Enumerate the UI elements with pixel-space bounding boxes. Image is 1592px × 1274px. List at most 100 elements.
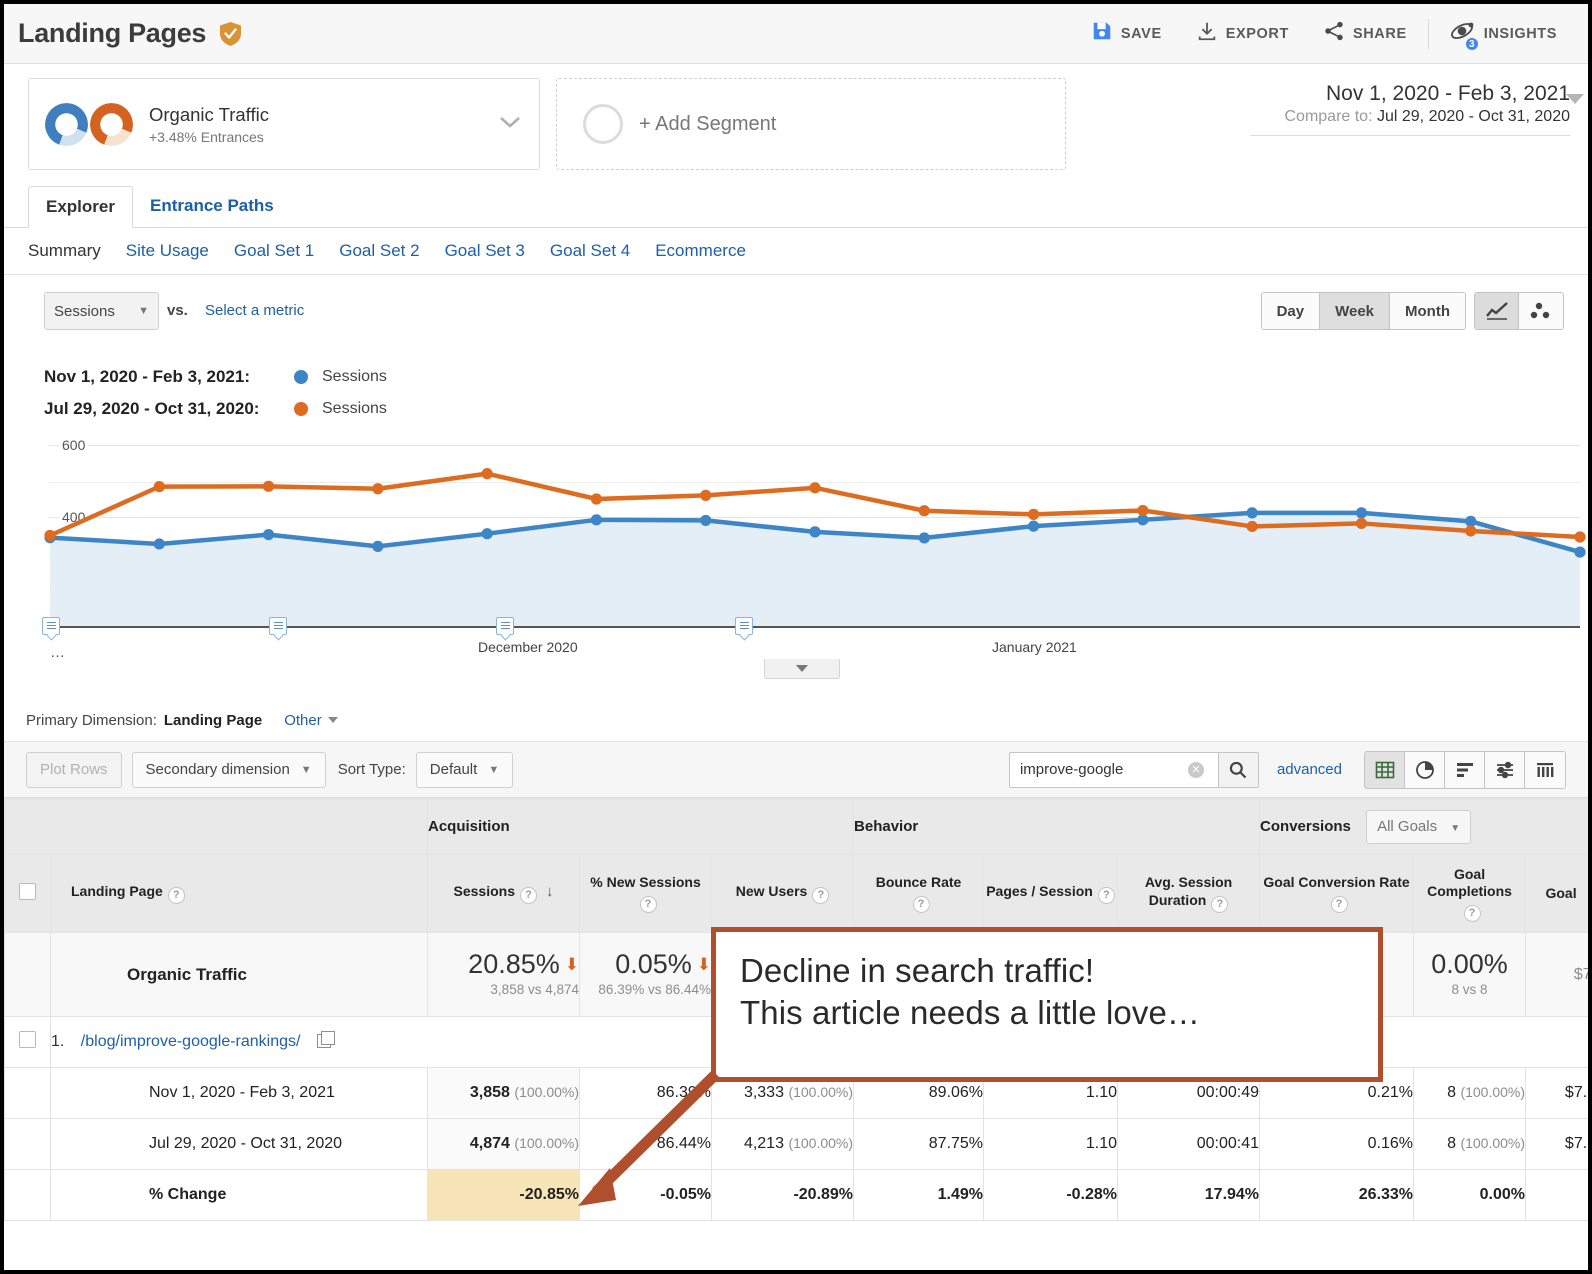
legend-metric-current: Sessions	[322, 368, 387, 385]
row-pages-session-compare: 1.10	[983, 1118, 1119, 1170]
add-segment-button[interactable]: + Add Segment	[556, 78, 1066, 170]
scatter-plot-icon[interactable]	[1519, 293, 1563, 329]
pie-view-icon[interactable]	[1405, 751, 1445, 788]
col-landing-page-label: Landing Page	[71, 883, 163, 899]
granularity-day[interactable]: Day	[1261, 293, 1321, 329]
subtab-goal-set-3[interactable]: Goal Set 3	[445, 241, 525, 261]
segment-bar: Organic Traffic +3.48% Entrances + Add S…	[4, 64, 1588, 184]
col-goal-value[interactable]: Goal	[1525, 854, 1588, 933]
help-icon[interactable]: ?	[1211, 895, 1229, 913]
select-all-header	[4, 854, 51, 933]
plot-rows-button[interactable]: Plot Rows	[26, 751, 122, 788]
sort-type-select[interactable]: Default ▼	[415, 751, 514, 788]
summary-checkbox-cell	[4, 932, 51, 1017]
callout-arrow	[578, 1070, 720, 1206]
group-conversions-label: Conversions	[1260, 817, 1351, 835]
chart-annotation-marker[interactable]	[735, 617, 753, 635]
table-change-row: % Change -20.85% -0.05% -20.89% 1.49% -0…	[4, 1169, 1588, 1221]
sessions-line-chart[interactable]: 600 400 200 December 2020 January 2021	[4, 429, 1588, 664]
chart-annotation-marker[interactable]	[496, 617, 514, 635]
help-icon[interactable]: ?	[1463, 904, 1481, 922]
export-button[interactable]: EXPORT	[1179, 4, 1306, 63]
advanced-link[interactable]: advanced	[1277, 761, 1342, 778]
legend-row-compare: Jul 29, 2020 - Oct 31, 2020: Sessions	[44, 393, 387, 425]
col-sessions[interactable]: Sessions? ↓	[427, 854, 580, 933]
subtab-goal-set-1[interactable]: Goal Set 1	[234, 241, 314, 261]
export-label: EXPORT	[1225, 25, 1289, 42]
help-icon[interactable]: ?	[167, 887, 185, 904]
select-a-metric-link[interactable]: Select a metric	[205, 302, 304, 319]
chart-annotation-marker[interactable]	[42, 617, 60, 635]
help-icon[interactable]: ?	[812, 887, 830, 904]
subtab-site-usage[interactable]: Site Usage	[126, 241, 209, 261]
sort-desc-icon[interactable]: ↓	[546, 883, 554, 900]
bar-view-icon[interactable]	[1445, 751, 1485, 788]
primary-dimension-value[interactable]: Landing Page	[164, 712, 262, 729]
tab-entrance-paths[interactable]: Entrance Paths	[133, 185, 291, 227]
col-landing-page[interactable]: Landing Page?	[50, 854, 428, 933]
col-avg-duration[interactable]: Avg. Session Duration?	[1117, 854, 1261, 933]
group-blank-1	[4, 798, 51, 855]
segment-organic-traffic[interactable]: Organic Traffic +3.48% Entrances	[28, 78, 540, 170]
summary-goal-completions-pct: 0.00%	[1431, 949, 1508, 980]
metric-select[interactable]: Sessions ▼	[44, 292, 159, 330]
help-icon[interactable]: ?	[1097, 887, 1115, 904]
pivot-view-icon[interactable]	[1525, 751, 1565, 788]
performance-view-icon[interactable]	[1485, 751, 1525, 788]
date-range-picker[interactable]: Nov 1, 2020 - Feb 3, 2021 Compare to: Ju…	[1180, 80, 1584, 137]
search-input[interactable]	[1017, 760, 1188, 779]
granularity-month[interactable]: Month	[1390, 293, 1465, 329]
subtab-summary[interactable]: Summary	[28, 241, 101, 261]
insights-button[interactable]: 3 INSIGHTS	[1433, 4, 1574, 63]
help-icon[interactable]: ?	[912, 895, 930, 913]
tab-explorer[interactable]: Explorer	[28, 186, 133, 228]
open-in-new-icon[interactable]	[316, 1031, 335, 1048]
clear-search-icon[interactable]: ✕	[1187, 761, 1204, 778]
caret-down-icon[interactable]	[1566, 94, 1584, 104]
col-goal-completions[interactable]: Goal Completions?	[1413, 854, 1527, 933]
col-new-users[interactable]: New Users?	[710, 854, 855, 933]
subtab-ecommerce[interactable]: Ecommerce	[655, 241, 746, 261]
help-icon[interactable]: ?	[1330, 895, 1348, 913]
help-icon[interactable]: ?	[519, 887, 537, 904]
change-sessions: -20.85%	[427, 1169, 580, 1221]
line-chart-icon[interactable]	[1475, 293, 1519, 329]
date-range-underline	[1250, 135, 1570, 137]
chart-expand-handle[interactable]	[764, 659, 840, 679]
compare-prefix: Compare to:	[1284, 108, 1373, 126]
donut-orange-icon	[90, 102, 133, 146]
chart-legend: Nov 1, 2020 - Feb 3, 2021: Sessions Jul …	[44, 361, 387, 425]
chevron-down-icon[interactable]	[497, 114, 523, 134]
row-new-users-pct: (100.00%)	[788, 1084, 854, 1100]
subtab-goal-set-4[interactable]: Goal Set 4	[550, 241, 630, 261]
save-button[interactable]: SAVE	[1074, 4, 1179, 63]
col-pages-session-label: Pages / Session	[986, 883, 1093, 899]
all-goals-select[interactable]: All Goals ▼	[1366, 809, 1472, 844]
col-pages-session[interactable]: Pages / Session?	[983, 854, 1119, 933]
col-bounce-rate[interactable]: Bounce Rate?	[853, 854, 985, 933]
col-goal-conv-rate[interactable]: Goal Conversion Rate?	[1259, 854, 1415, 933]
primary-dimension-other[interactable]: Other	[284, 712, 338, 729]
row-new-users-pct: (100.00%)	[788, 1135, 854, 1151]
report-tabs: Explorer Entrance Paths	[4, 184, 1588, 228]
help-icon[interactable]: ?	[639, 895, 657, 913]
row-goal-completions-pct: (100.00%)	[1460, 1135, 1526, 1151]
row-checkbox[interactable]	[19, 1031, 36, 1048]
granularity-week[interactable]: Week	[1320, 293, 1391, 329]
secondary-dimension-button[interactable]: Secondary dimension ▼	[131, 751, 326, 788]
chevron-down-icon: ▼	[1450, 822, 1461, 834]
row-blank-checkbox	[4, 1118, 51, 1170]
chevron-down-icon: ▼	[488, 763, 500, 776]
share-button[interactable]: SHARE	[1306, 4, 1424, 63]
search-box[interactable]: ✕	[1008, 751, 1219, 788]
table-column-header-row: Landing Page? Sessions? ↓ % New Sessions?…	[4, 854, 1588, 933]
table-view-icon[interactable]	[1365, 751, 1405, 788]
search-button[interactable]	[1218, 751, 1259, 788]
select-all-checkbox[interactable]	[19, 882, 36, 900]
subtab-goal-set-2[interactable]: Goal Set 2	[339, 241, 419, 261]
share-icon	[1323, 20, 1345, 47]
chart-annotation-marker[interactable]	[269, 617, 287, 635]
col-new-sessions[interactable]: % New Sessions?	[579, 854, 712, 933]
row-landing-page-link[interactable]: /blog/improve-google-rankings/	[81, 1033, 301, 1050]
group-conversions: Conversions All Goals ▼	[1259, 798, 1588, 855]
